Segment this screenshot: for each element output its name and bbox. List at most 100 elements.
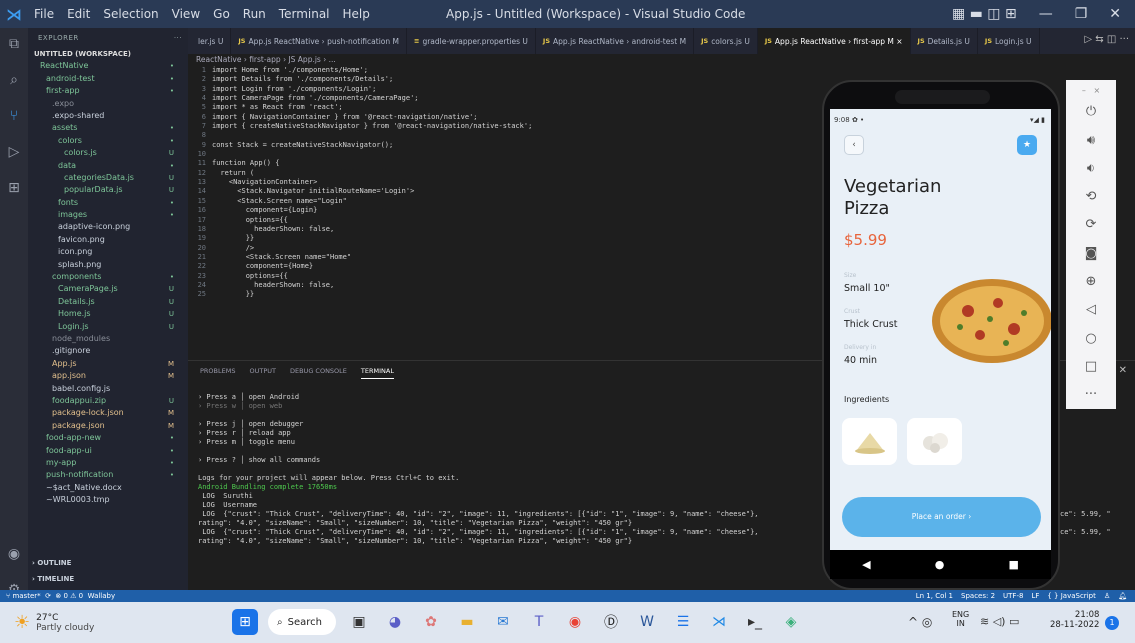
tree-item[interactable]: adaptive-icon.png bbox=[28, 221, 188, 233]
tree-item[interactable]: push-notification • bbox=[28, 469, 188, 481]
tree-item[interactable]: favicon.png bbox=[28, 234, 188, 246]
nav-back-icon[interactable]: ◀ bbox=[862, 558, 870, 571]
account-icon[interactable]: ◉ bbox=[8, 546, 20, 562]
problems-count[interactable]: ⊗ 0 ⚠ 0 bbox=[55, 592, 83, 600]
tree-item[interactable]: App.js M bbox=[28, 358, 188, 370]
file-explorer-icon[interactable]: ▬ bbox=[454, 609, 480, 635]
editor-tab[interactable]: ≡ gradle-wrapper.properties U bbox=[407, 28, 536, 54]
tree-item[interactable]: ~WRL0003.tmp bbox=[28, 494, 188, 506]
more-actions-icon[interactable]: ··· bbox=[174, 34, 182, 42]
explorer-icon[interactable]: ⧉ bbox=[9, 36, 19, 52]
nav-recents-icon[interactable]: ■ bbox=[1009, 558, 1019, 571]
back-button[interactable]: ‹ bbox=[844, 135, 864, 155]
tree-item[interactable]: first-app • bbox=[28, 85, 188, 97]
tree-item[interactable]: node_modules bbox=[28, 333, 188, 345]
tray-chevron-icon[interactable]: ^ ◎ bbox=[908, 615, 932, 629]
terminal-output[interactable]: › Press a │ open Android › Press w │ open… bbox=[198, 393, 759, 546]
tree-item[interactable]: Login.js U bbox=[28, 321, 188, 333]
menu-selection[interactable]: Selection bbox=[103, 7, 158, 21]
tab-output[interactable]: OUTPUT bbox=[249, 367, 276, 379]
menu-view[interactable]: View bbox=[172, 7, 200, 21]
android-studio-icon[interactable]: ◈ bbox=[778, 609, 804, 635]
editor-tab[interactable]: JS App.js ReactNative › android-test M bbox=[536, 28, 695, 54]
overview-icon[interactable]: □ bbox=[1085, 352, 1097, 380]
tree-item[interactable]: .expo-shared bbox=[28, 110, 188, 122]
tree-item[interactable]: data • bbox=[28, 160, 188, 172]
photos-icon[interactable]: ✿ bbox=[418, 609, 444, 635]
tree-item[interactable]: categoriesData.js U bbox=[28, 172, 188, 184]
outline-section[interactable]: › OUTLINE bbox=[32, 557, 71, 569]
dell-icon[interactable]: Ⓓ bbox=[598, 609, 624, 635]
rotate-left-icon[interactable]: ⟲ bbox=[1086, 183, 1097, 211]
indent-setting[interactable]: Spaces: 2 bbox=[961, 592, 995, 600]
ingredient-cheese-card[interactable] bbox=[842, 418, 897, 465]
tree-item[interactable]: assets • bbox=[28, 122, 188, 134]
tab-terminal[interactable]: TERMINAL bbox=[360, 367, 394, 379]
ingredient-garlic-card[interactable] bbox=[907, 418, 962, 465]
tab-problems[interactable]: PROBLEMS bbox=[200, 367, 235, 379]
language-mode[interactable]: { } JavaScript bbox=[1047, 592, 1095, 600]
editor-actions-icon[interactable]: ▷ ⇆ ◫ ··· bbox=[1084, 34, 1129, 45]
tree-item[interactable]: app.json M bbox=[28, 370, 188, 382]
zoom-icon[interactable]: ⊕ bbox=[1086, 267, 1097, 295]
menu-edit[interactable]: Edit bbox=[67, 7, 90, 21]
tree-item[interactable]: splash.png bbox=[28, 259, 188, 271]
task-view-icon[interactable]: ▣ bbox=[346, 609, 372, 635]
network-sound-battery-icons[interactable]: ≋ ◁) ▭ bbox=[980, 615, 1019, 628]
tree-item[interactable]: colors.js U bbox=[28, 147, 188, 159]
feedback-icon[interactable]: ♙ bbox=[1104, 592, 1110, 600]
weather-widget[interactable]: ☀ 27°C Partly cloudy bbox=[14, 612, 94, 633]
menu-file[interactable]: File bbox=[34, 7, 54, 21]
chrome-icon[interactable]: ◉ bbox=[562, 609, 588, 635]
breadcrumb[interactable]: ReactNative › first-app › JS App.js › ..… bbox=[196, 55, 336, 64]
tree-item[interactable]: babel.config.js bbox=[28, 383, 188, 395]
tab-debug-console[interactable]: DEBUG CONSOLE bbox=[290, 367, 347, 379]
camera-icon[interactable]: ◙ bbox=[1085, 239, 1098, 267]
vscode-icon[interactable]: ⋊ bbox=[706, 609, 732, 635]
power-icon[interactable]: ⏻ bbox=[1086, 98, 1096, 126]
notifications-icon[interactable]: 🔔︎ bbox=[1118, 592, 1127, 600]
volume-down-icon[interactable]: 🔉︎ bbox=[1087, 154, 1095, 182]
menu-run[interactable]: Run bbox=[243, 7, 266, 21]
emulator-screen[interactable]: 9:08 ✿ • ▾◢ ▮ ‹ ★ Vegetarian Pizza $5.99 … bbox=[830, 109, 1051, 579]
tree-item[interactable]: package.json M bbox=[28, 420, 188, 432]
emulator-window-controls[interactable]: – × bbox=[1082, 86, 1100, 98]
outlook-icon[interactable]: ✉ bbox=[490, 609, 516, 635]
teams-icon[interactable]: T bbox=[526, 609, 552, 635]
editor-tab[interactable]: JS Details.js U bbox=[911, 28, 978, 54]
tree-item[interactable]: food-app-new • bbox=[28, 432, 188, 444]
cursor-position[interactable]: Ln 1, Col 1 bbox=[916, 592, 953, 600]
place-order-button[interactable]: Place an order › bbox=[842, 497, 1041, 537]
tree-item[interactable]: ~$act_Native.docx bbox=[28, 482, 188, 494]
minimize-icon[interactable]: — bbox=[1039, 6, 1053, 22]
home-icon[interactable]: ○ bbox=[1085, 324, 1096, 352]
editor-tab[interactable]: ler.js U bbox=[188, 28, 232, 54]
tree-item[interactable]: food-app-ui • bbox=[28, 445, 188, 457]
clock[interactable]: 21:08 28-11-2022 bbox=[1050, 610, 1099, 630]
layout-icon[interactable]: ▦ ▬ ◫ ⊞ bbox=[952, 6, 1017, 22]
extensions-icon[interactable]: ⊞ bbox=[8, 180, 20, 196]
menu-help[interactable]: Help bbox=[343, 7, 370, 21]
timeline-section[interactable]: › TIMELINE bbox=[32, 573, 74, 585]
taskbar-search[interactable]: ⌕ Search bbox=[268, 609, 336, 635]
tree-item[interactable]: .expo bbox=[28, 98, 188, 110]
maximize-icon[interactable]: ❐ bbox=[1075, 6, 1088, 22]
tree-item[interactable]: Home.js U bbox=[28, 308, 188, 320]
tree-item[interactable]: foodappui.zip U bbox=[28, 395, 188, 407]
language-indicator[interactable]: ENG IN bbox=[952, 610, 969, 628]
editor-tab[interactable]: JS App.js ReactNative › first-app M × bbox=[757, 28, 911, 54]
notification-badge[interactable]: 1 bbox=[1105, 616, 1119, 630]
close-icon[interactable]: ✕ bbox=[1109, 6, 1121, 22]
tree-item[interactable]: images • bbox=[28, 209, 188, 221]
chat-icon[interactable]: ◕ bbox=[382, 609, 408, 635]
tree-item[interactable]: CameraPage.js U bbox=[28, 283, 188, 295]
tree-item[interactable]: package-lock.json M bbox=[28, 407, 188, 419]
word-icon[interactable]: W bbox=[634, 609, 660, 635]
eol[interactable]: LF bbox=[1031, 592, 1039, 600]
editor-tab[interactable]: JS App.js ReactNative › push-notification… bbox=[231, 28, 407, 54]
encoding[interactable]: UTF-8 bbox=[1003, 592, 1023, 600]
tree-item[interactable]: ReactNative • bbox=[28, 60, 188, 72]
menu-go[interactable]: Go bbox=[213, 7, 230, 21]
tree-item[interactable]: components • bbox=[28, 271, 188, 283]
menu-terminal[interactable]: Terminal bbox=[279, 7, 330, 21]
